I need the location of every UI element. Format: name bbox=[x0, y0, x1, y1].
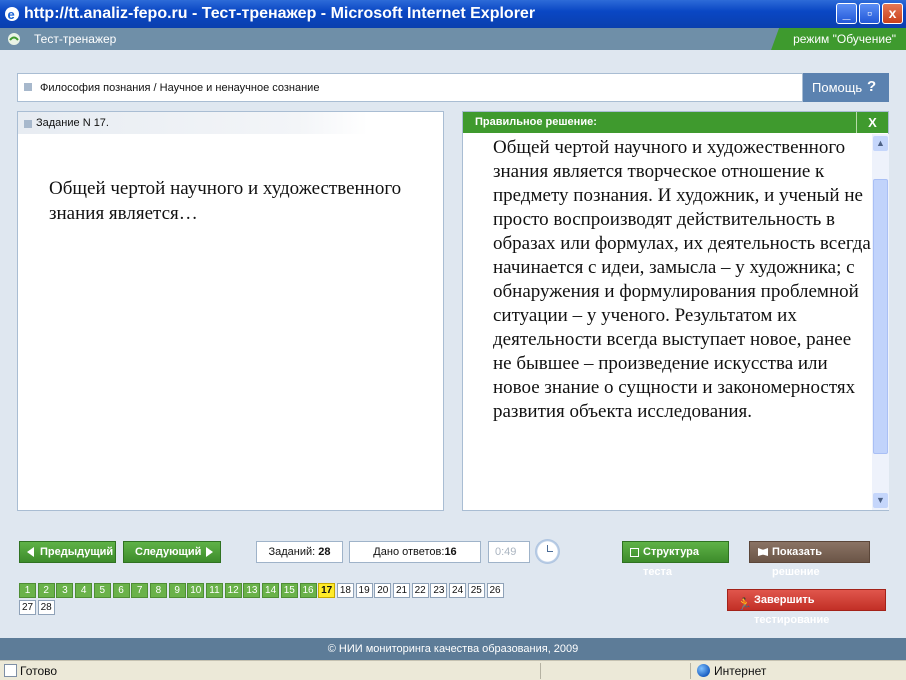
task-cell-3[interactable]: 3 bbox=[56, 583, 74, 598]
window-title: http://tt.analiz-fepo.ru - Тест-тренажер… bbox=[24, 5, 536, 22]
task-header: Задание N 17. bbox=[18, 112, 368, 134]
task-cell-23[interactable]: 23 bbox=[430, 583, 448, 598]
task-cell-17[interactable]: 17 bbox=[318, 583, 336, 598]
task-cell-2[interactable]: 2 bbox=[37, 583, 55, 598]
finish-test-label: Завершить тестирование bbox=[754, 594, 830, 626]
task-cell-24[interactable]: 24 bbox=[449, 583, 467, 598]
status-bar: Готово Интернет bbox=[0, 660, 906, 680]
task-cell-15[interactable]: 15 bbox=[280, 583, 298, 598]
question-mark-icon: ? bbox=[867, 78, 877, 95]
window-titlebar: e http://tt.analiz-fepo.ru - Тест-тренаж… bbox=[0, 0, 906, 28]
task-cell-9[interactable]: 9 bbox=[168, 583, 186, 598]
scroll-thumb[interactable] bbox=[873, 179, 888, 454]
task-cell-18[interactable]: 18 bbox=[336, 583, 354, 598]
breadcrumb: Философия познания / Научное и ненаучное… bbox=[17, 73, 803, 102]
runner-icon: 🏃 bbox=[737, 597, 752, 611]
task-cell-20[interactable]: 20 bbox=[374, 583, 392, 598]
task-cell-11[interactable]: 11 bbox=[206, 583, 223, 598]
task-cell-27[interactable]: 27 bbox=[19, 600, 36, 615]
answers-count-label: Дано ответов: bbox=[373, 546, 445, 558]
task-number: Задание N 17. bbox=[36, 117, 109, 129]
scroll-up-icon[interactable]: ▲ bbox=[873, 136, 888, 151]
bullet-square-icon bbox=[24, 120, 32, 128]
close-solution-button[interactable]: X bbox=[856, 112, 888, 133]
answers-count-box: Дано ответов:16 bbox=[349, 541, 481, 563]
help-button[interactable]: Помощь ? bbox=[803, 73, 889, 102]
structure-icon bbox=[630, 548, 639, 557]
task-cell-13[interactable]: 13 bbox=[243, 583, 261, 598]
prev-label: Предыдущий bbox=[40, 546, 114, 558]
task-cell-6[interactable]: 6 bbox=[112, 583, 130, 598]
main-area: Философия познания / Научное и ненаучное… bbox=[0, 50, 906, 638]
arrow-left-icon bbox=[27, 547, 34, 557]
solution-title: Правильное решение: bbox=[475, 116, 597, 128]
task-cell-5[interactable]: 5 bbox=[93, 583, 111, 598]
tasks-count-value: 28 bbox=[318, 546, 331, 558]
task-cell-16[interactable]: 16 bbox=[299, 583, 317, 598]
task-cell-26[interactable]: 26 bbox=[486, 583, 504, 598]
scroll-down-icon[interactable]: ▼ bbox=[873, 493, 888, 508]
task-cell-8[interactable]: 8 bbox=[149, 583, 167, 598]
globe-icon bbox=[697, 664, 710, 677]
task-question: Общей чертой научного и художественного … bbox=[49, 178, 402, 224]
solution-panel: Правильное решение: X Общей чертой научн… bbox=[462, 111, 889, 511]
show-solution-button[interactable]: Показать решение bbox=[749, 541, 870, 578]
maximize-button[interactable]: ▫ bbox=[859, 3, 880, 24]
app-logo-icon bbox=[8, 33, 20, 45]
svg-text:e: e bbox=[8, 7, 15, 22]
solution-text: Общей чертой научного и художественного … bbox=[493, 137, 871, 422]
next-label: Следующий bbox=[135, 546, 202, 558]
task-cell-21[interactable]: 21 bbox=[393, 583, 410, 598]
help-label: Помощь bbox=[812, 80, 863, 95]
bullet-square-icon bbox=[24, 83, 32, 91]
breadcrumb-text: Философия познания / Научное и ненаучное… bbox=[40, 82, 320, 94]
task-cell-19[interactable]: 19 bbox=[355, 583, 373, 598]
page-icon bbox=[4, 664, 17, 677]
task-cell-7[interactable]: 7 bbox=[131, 583, 149, 598]
finish-test-button[interactable]: 🏃 Завершить тестирование bbox=[727, 589, 886, 626]
test-structure-button[interactable]: Структура теста bbox=[622, 541, 729, 578]
footer-copyright: © НИИ мониторинга качества образования, … bbox=[0, 638, 906, 660]
status-divider bbox=[690, 663, 691, 679]
internet-explorer-icon: e bbox=[5, 7, 19, 22]
show-solution-label: Показать решение bbox=[772, 546, 822, 578]
mode-badge: режим "Обучение" bbox=[771, 28, 906, 50]
book-icon bbox=[758, 548, 768, 556]
solution-scrollbar[interactable]: ▲ ▼ bbox=[872, 134, 889, 510]
task-cell-14[interactable]: 14 bbox=[262, 583, 280, 598]
app-title: Тест-тренажер bbox=[34, 32, 117, 46]
task-cell-12[interactable]: 12 bbox=[224, 583, 242, 598]
task-panel: Задание N 17. Общей чертой научного и ху… bbox=[17, 111, 444, 511]
next-button[interactable]: Следующий bbox=[123, 541, 221, 563]
solution-header: Правильное решение: X bbox=[463, 112, 888, 133]
arrow-right-icon bbox=[206, 547, 213, 557]
test-structure-label: Структура теста bbox=[643, 546, 699, 578]
tasks-count-box: Заданий: 28 bbox=[256, 541, 343, 563]
task-cell-1[interactable]: 1 bbox=[19, 583, 36, 598]
close-window-button[interactable]: x bbox=[882, 3, 903, 24]
timer-display: 0:49 bbox=[488, 541, 530, 563]
app-header: Тест-тренажер режим "Обучение" bbox=[0, 28, 906, 50]
security-zone: Интернет bbox=[714, 664, 767, 678]
status-divider bbox=[540, 663, 541, 679]
task-cell-10[interactable]: 10 bbox=[187, 583, 205, 598]
minimize-button[interactable]: _ bbox=[836, 3, 857, 24]
status-text: Готово bbox=[20, 664, 58, 678]
task-cell-4[interactable]: 4 bbox=[75, 583, 93, 598]
prev-button[interactable]: Предыдущий bbox=[19, 541, 116, 563]
tasks-count-label: Заданий: bbox=[268, 546, 316, 558]
answers-count-value: 16 bbox=[444, 546, 457, 558]
task-cell-22[interactable]: 22 bbox=[411, 583, 429, 598]
clock-icon bbox=[535, 539, 560, 564]
task-cell-25[interactable]: 25 bbox=[467, 583, 485, 598]
task-cell-28[interactable]: 28 bbox=[37, 600, 55, 615]
